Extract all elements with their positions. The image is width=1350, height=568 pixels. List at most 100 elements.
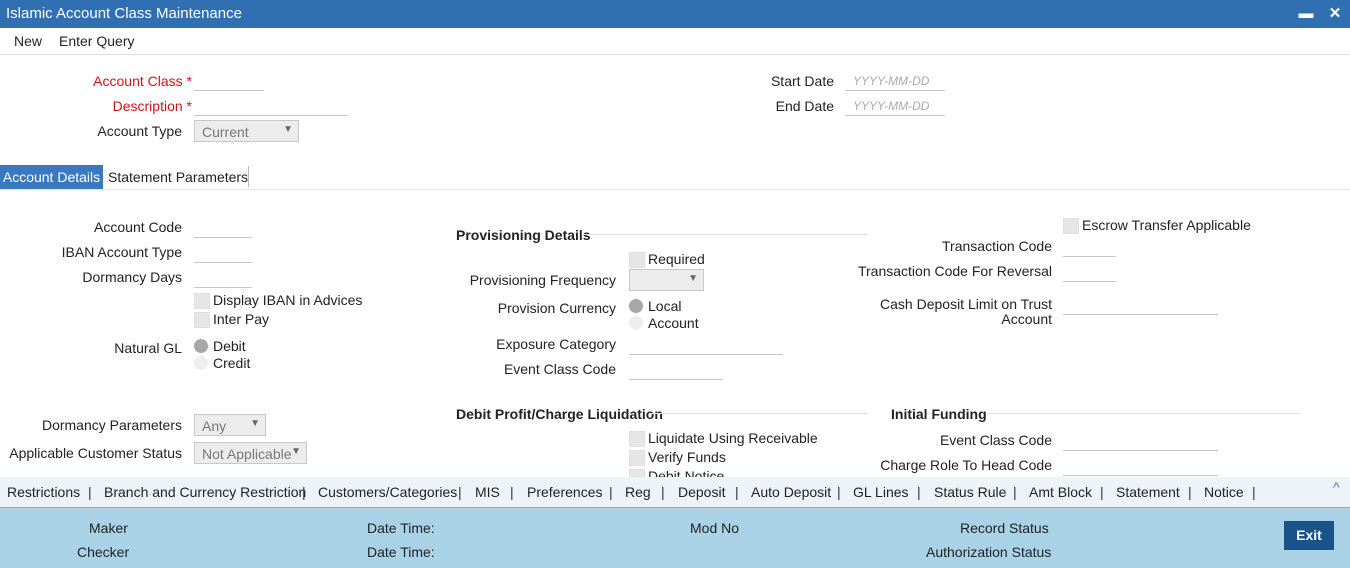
title-bar: Islamic Account Class Maintenance ▬ ✕ bbox=[0, 0, 1350, 28]
end-date-label: End Date bbox=[775, 98, 834, 114]
amt-block-link[interactable]: Amt Block bbox=[1029, 484, 1092, 500]
statement-link[interactable]: Statement bbox=[1116, 484, 1180, 500]
verify-funds-checkbox[interactable] bbox=[629, 450, 645, 466]
link-separator: | bbox=[917, 484, 921, 500]
gl-lines-link[interactable]: GL Lines bbox=[853, 484, 909, 500]
mod-no-label: Mod No bbox=[690, 520, 740, 536]
new-menu-item[interactable]: New bbox=[14, 33, 42, 49]
provisioning-frequency-select[interactable]: ▼ bbox=[629, 269, 704, 291]
account-code-input[interactable] bbox=[194, 221, 252, 238]
tab-statement-parameters[interactable]: Statement Parameters bbox=[108, 165, 248, 189]
preferences-link[interactable]: Preferences bbox=[527, 484, 602, 500]
subsystem-link-bar: Restrictions | Branch and Currency Restr… bbox=[0, 477, 1350, 507]
dormancy-parameters-select[interactable]: Any ▼ bbox=[194, 414, 266, 436]
authorization-status-label: Authorization Status bbox=[926, 544, 1052, 560]
debit-label: Debit bbox=[213, 338, 246, 354]
section-divider bbox=[987, 413, 1301, 414]
applicable-customer-status-select[interactable]: Not Applicable ▼ bbox=[194, 442, 307, 464]
branch-currency-restriction-link[interactable]: Branch and Currency Restriction bbox=[104, 484, 306, 500]
transaction-code-input[interactable] bbox=[1063, 240, 1116, 257]
record-status-label: Record Status bbox=[960, 520, 1049, 536]
account-class-label: Account Class * bbox=[93, 73, 192, 89]
provisioning-details-heading: Provisioning Details bbox=[456, 227, 591, 243]
applicable-customer-status-label: Applicable Customer Status bbox=[9, 445, 182, 461]
display-iban-label: Display IBAN in Advices bbox=[213, 292, 363, 308]
tab-underline bbox=[0, 189, 1350, 190]
dropdown-arrow-icon: ▼ bbox=[250, 418, 260, 429]
section-divider bbox=[650, 413, 868, 414]
end-date-input[interactable]: YYYY-MM-DD bbox=[845, 99, 945, 116]
natural-gl-label: Natural GL bbox=[114, 340, 182, 356]
inter-pay-label: Inter Pay bbox=[213, 311, 270, 327]
notice-link[interactable]: Notice bbox=[1204, 484, 1244, 500]
provisioning-frequency-label: Provisioning Frequency bbox=[469, 272, 616, 288]
start-date-input[interactable]: YYYY-MM-DD bbox=[845, 74, 945, 91]
event-class-code-label: Event Class Code bbox=[503, 361, 616, 377]
dormancy-days-label: Dormancy Days bbox=[82, 269, 182, 285]
debit-radio[interactable] bbox=[194, 339, 208, 353]
reg-link[interactable]: Reg bbox=[625, 484, 651, 500]
charge-role-to-head-code-input[interactable] bbox=[1063, 459, 1218, 476]
debit-notice-checkbox[interactable] bbox=[629, 469, 645, 477]
credit-radio[interactable] bbox=[194, 356, 208, 370]
exposure-category-label: Exposure Category bbox=[496, 336, 616, 352]
section-divider bbox=[583, 234, 868, 235]
menu-bar: New Enter Query bbox=[0, 28, 1350, 55]
exit-button[interactable]: Exit bbox=[1284, 521, 1334, 550]
initial-event-class-code-input[interactable] bbox=[1063, 434, 1218, 451]
link-separator: | bbox=[837, 484, 841, 500]
iban-account-type-input[interactable] bbox=[194, 246, 252, 263]
link-separator: | bbox=[1013, 484, 1017, 500]
escrow-transfer-checkbox[interactable] bbox=[1063, 218, 1079, 234]
provision-currency-label: Provision Currency bbox=[497, 300, 616, 316]
link-separator: | bbox=[609, 484, 613, 500]
collapse-icon[interactable]: ^ bbox=[1333, 479, 1340, 495]
account-type-select[interactable]: Current ▼ bbox=[194, 120, 299, 142]
description-label: Description * bbox=[112, 98, 192, 114]
transaction-code-reversal-input[interactable] bbox=[1063, 265, 1116, 282]
account-type-label: Account Type bbox=[97, 123, 182, 139]
transaction-code-label: Transaction Code bbox=[942, 238, 1052, 254]
required-checkbox[interactable] bbox=[629, 252, 645, 268]
required-label: Required bbox=[648, 251, 705, 267]
checker-date-time-label: Date Time: bbox=[367, 544, 435, 560]
deposit-link[interactable]: Deposit bbox=[678, 484, 725, 500]
enter-query-menu-item[interactable]: Enter Query bbox=[59, 33, 134, 49]
dormancy-parameters-label: Dormancy Parameters bbox=[41, 417, 182, 433]
start-date-label: Start Date bbox=[770, 73, 834, 89]
exposure-category-input[interactable] bbox=[629, 338, 783, 355]
link-separator: | bbox=[661, 484, 665, 500]
event-class-code-input[interactable] bbox=[629, 363, 723, 380]
account-radio[interactable] bbox=[629, 316, 643, 330]
inter-pay-checkbox[interactable] bbox=[194, 312, 210, 328]
mis-link[interactable]: MIS bbox=[475, 484, 500, 500]
charge-role-to-head-code-label: Charge Role To Head Code bbox=[880, 457, 1052, 473]
status-rule-link[interactable]: Status Rule bbox=[934, 484, 1006, 500]
description-input[interactable] bbox=[194, 99, 348, 116]
link-separator: | bbox=[1100, 484, 1104, 500]
liquidate-using-receivable-label: Liquidate Using Receivable bbox=[648, 430, 818, 446]
restrictions-link[interactable]: Restrictions bbox=[7, 484, 80, 500]
link-separator: | bbox=[88, 484, 92, 500]
audit-footer: Maker Checker Date Time: Date Time: Mod … bbox=[0, 507, 1350, 568]
minimize-icon[interactable]: ▬ bbox=[1296, 3, 1316, 25]
local-radio[interactable] bbox=[629, 299, 643, 313]
link-separator: | bbox=[1252, 484, 1256, 500]
dormancy-days-input[interactable] bbox=[194, 271, 252, 288]
tab-account-details[interactable]: Account Details bbox=[0, 165, 103, 189]
dropdown-arrow-icon: ▼ bbox=[291, 446, 301, 457]
dropdown-arrow-icon: ▼ bbox=[688, 273, 698, 284]
debit-notice-label: Debit Notice bbox=[648, 468, 725, 477]
initial-event-class-code-label: Event Class Code bbox=[939, 432, 1052, 448]
auto-deposit-link[interactable]: Auto Deposit bbox=[751, 484, 831, 500]
display-iban-checkbox[interactable] bbox=[194, 293, 210, 309]
close-icon[interactable]: ✕ bbox=[1325, 3, 1345, 25]
transaction-code-reversal-label: Transaction Code For Reversal bbox=[857, 263, 1052, 279]
liquidate-using-receivable-checkbox[interactable] bbox=[629, 431, 645, 447]
cash-deposit-limit-label-2: Account bbox=[1001, 311, 1052, 327]
account-class-input[interactable] bbox=[194, 74, 264, 91]
debit-profit-liquidation-heading: Debit Profit/Charge Liquidation bbox=[456, 406, 663, 422]
link-separator: | bbox=[735, 484, 739, 500]
cash-deposit-limit-input[interactable] bbox=[1063, 298, 1218, 315]
customers-categories-link[interactable]: Customers/Categories bbox=[318, 484, 457, 500]
